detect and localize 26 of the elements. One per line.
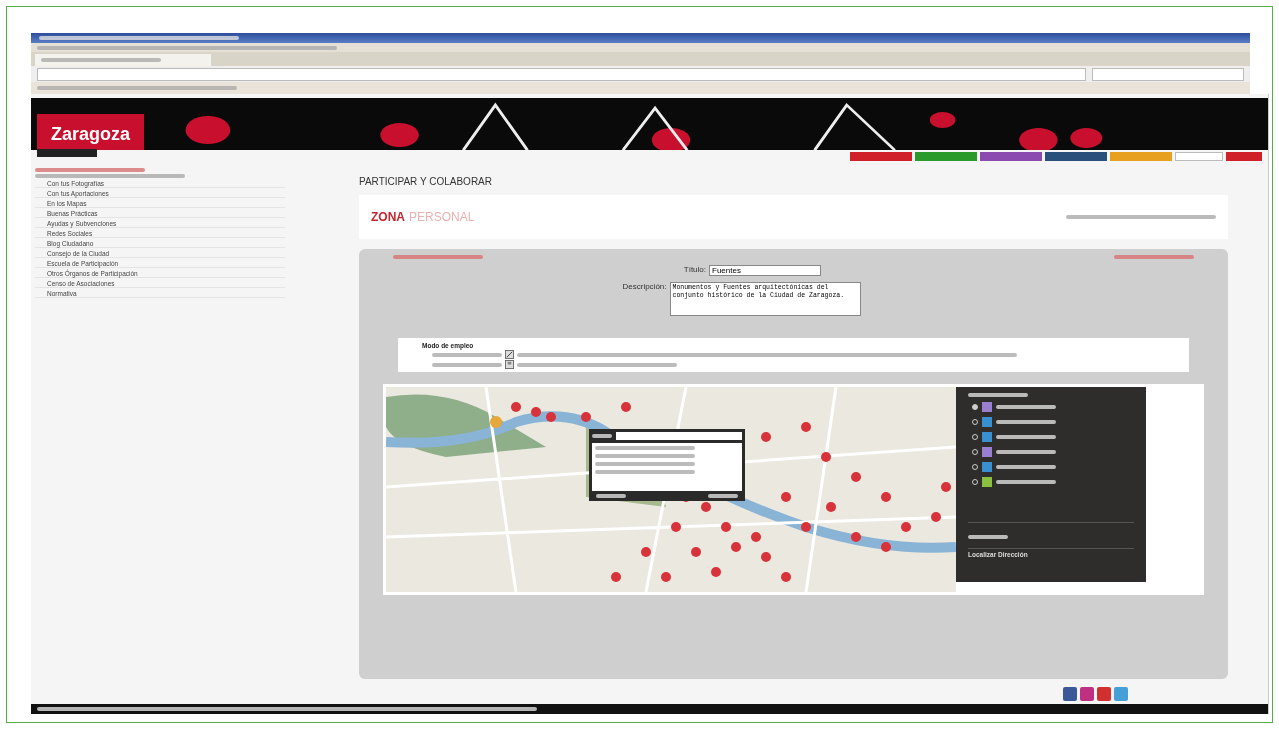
site-logo[interactable]: Zaragoza	[37, 114, 145, 150]
social-icon[interactable]	[1114, 687, 1128, 701]
search-button[interactable]	[1226, 151, 1262, 161]
zone-subtitle: PERSONAL	[409, 210, 476, 224]
description-label: Descripción:	[621, 282, 667, 291]
popup-textarea[interactable]	[592, 443, 742, 491]
title-input[interactable]: Fuentes	[709, 265, 821, 276]
popup-title-field[interactable]	[616, 432, 742, 440]
social-icon[interactable]	[1097, 687, 1111, 701]
save-icon	[505, 360, 514, 369]
address-field[interactable]	[37, 67, 1086, 81]
menu-tab[interactable]	[980, 151, 1042, 161]
search-field[interactable]	[1175, 151, 1223, 161]
search-field[interactable]	[1092, 67, 1244, 81]
page-title: PARTICIPAR Y COLABORAR	[359, 176, 493, 187]
pencil-icon	[505, 350, 514, 359]
menu-tab[interactable]	[915, 151, 977, 161]
social-icon[interactable]	[1080, 687, 1094, 701]
zone-title: ZONA	[371, 210, 405, 224]
browser-tab[interactable]	[35, 54, 211, 66]
menu-tab[interactable]	[850, 151, 912, 161]
menu-tab[interactable]	[1045, 151, 1107, 161]
social-icon[interactable]	[1063, 687, 1077, 701]
scrollbar[interactable]	[1268, 94, 1269, 714]
layer-radio[interactable]	[972, 404, 978, 410]
title-label: Título:	[682, 265, 706, 274]
